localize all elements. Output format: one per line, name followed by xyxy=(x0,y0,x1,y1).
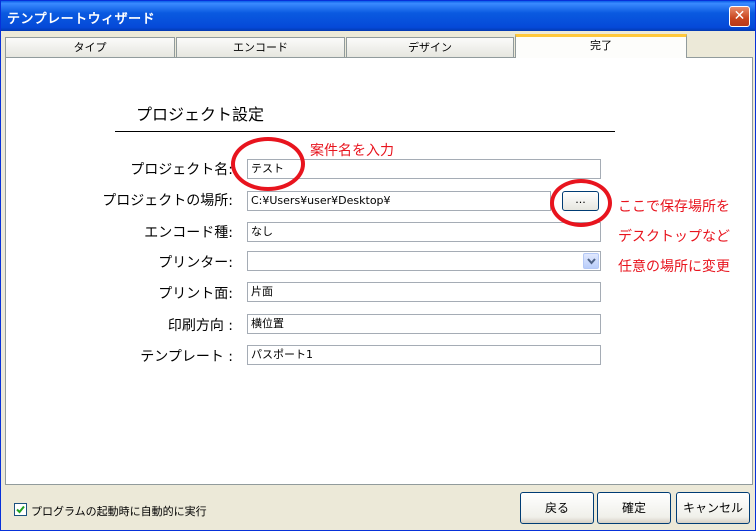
tab-encode-label: エンコード xyxy=(233,41,288,54)
annotation-location-hint-3: 任意の場所に変更 xyxy=(618,259,730,275)
template-label: テンプレート : xyxy=(140,349,233,365)
printer-select[interactable] xyxy=(247,251,601,271)
ok-button[interactable]: 確定 xyxy=(597,492,671,524)
project-name-label: プロジェクト名: xyxy=(130,162,233,178)
checkmark-icon xyxy=(16,505,25,514)
back-button[interactable]: 戻る xyxy=(520,492,594,524)
tab-type[interactable]: タイプ xyxy=(5,37,175,57)
title-bar[interactable]: テンプレートウィザード ✕ xyxy=(1,1,755,31)
annotation-circle-name xyxy=(231,137,305,191)
tab-complete[interactable]: 完了 xyxy=(515,34,687,58)
close-button[interactable]: ✕ xyxy=(729,6,750,27)
auto-run-checkbox[interactable] xyxy=(14,503,27,516)
printer-dropdown-button[interactable] xyxy=(583,253,599,269)
close-icon: ✕ xyxy=(733,8,746,24)
chevron-down-icon xyxy=(587,258,596,265)
annotation-circle-browse xyxy=(550,179,612,227)
template-wizard-window: テンプレートウィザード ✕ タイプ エンコード デザイン 完了 プロジェクト設定… xyxy=(0,0,756,531)
tab-type-label: タイプ xyxy=(73,41,107,54)
template-input[interactable]: パスポート1 xyxy=(247,345,601,365)
print-direction-input[interactable]: 横位置 xyxy=(247,314,601,334)
section-title: プロジェクト設定 xyxy=(136,105,265,124)
section-divider xyxy=(115,131,615,132)
print-side-label: プリント面: xyxy=(158,286,233,302)
window-title: テンプレートウィザード xyxy=(7,12,156,27)
annotation-name-hint: 案件名を入力 xyxy=(310,143,394,159)
tab-design[interactable]: デザイン xyxy=(346,37,514,57)
tab-encode[interactable]: エンコード xyxy=(176,37,345,57)
annotation-location-hint-2: デスクトップなど xyxy=(618,229,730,245)
tab-complete-label: 完了 xyxy=(590,39,612,52)
cancel-button[interactable]: キャンセル xyxy=(676,492,750,524)
auto-run-label[interactable]: プログラムの起動時に自動的に実行 xyxy=(31,503,207,519)
encoding-input[interactable]: なし xyxy=(247,222,601,242)
print-side-input[interactable]: 片面 xyxy=(247,282,601,302)
tab-design-label: デザイン xyxy=(408,41,452,54)
printer-label: プリンター: xyxy=(158,255,233,271)
print-direction-label: 印刷方向 : xyxy=(167,318,233,334)
encoding-label: エンコード種: xyxy=(144,225,233,241)
annotation-location-hint-1: ここで保存場所を xyxy=(618,199,730,215)
project-location-input[interactable]: C:¥Users¥user¥Desktop¥ xyxy=(247,191,551,211)
project-location-label: プロジェクトの場所: xyxy=(102,193,233,209)
